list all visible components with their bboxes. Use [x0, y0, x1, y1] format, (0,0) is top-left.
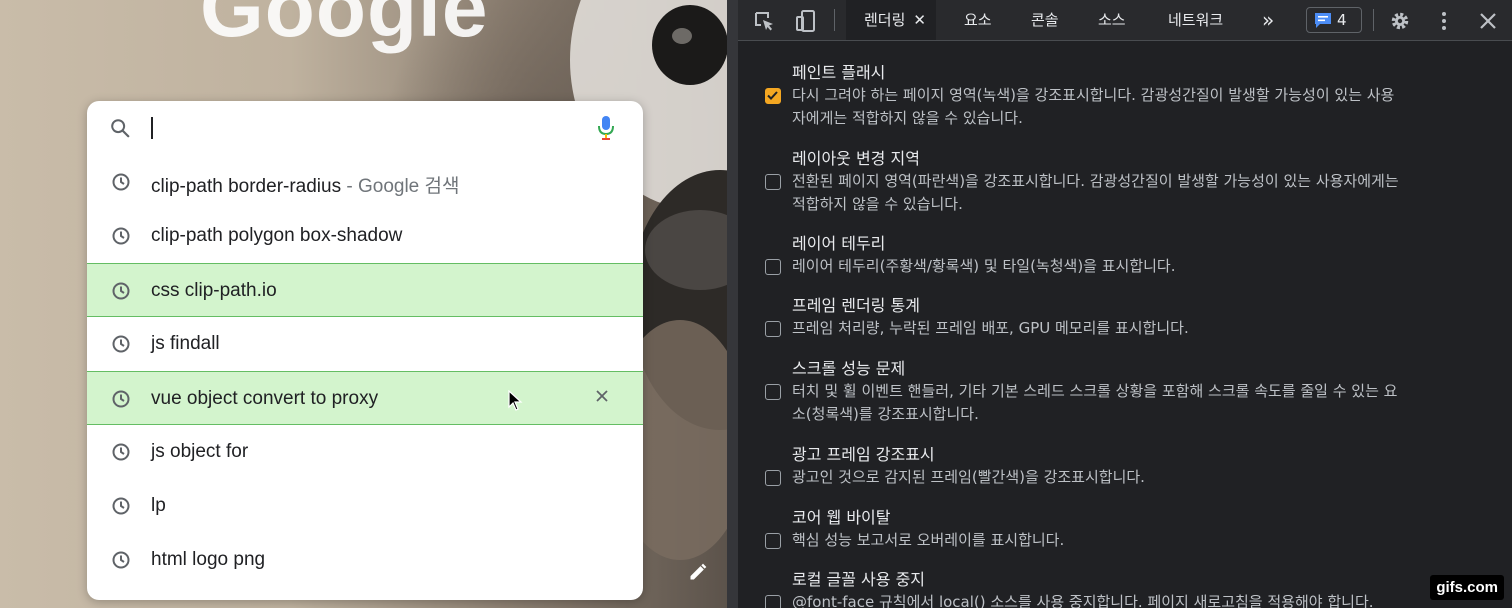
- suggestion-query: lp: [151, 495, 166, 516]
- issues-count: 4: [1337, 11, 1347, 29]
- history-clock-icon: [112, 335, 130, 353]
- tab-network-label: 네트워크: [1168, 11, 1224, 29]
- more-tabs-button[interactable]: »: [1262, 0, 1274, 40]
- history-clock-icon: [112, 443, 130, 461]
- tab-elements[interactable]: 요소: [964, 0, 992, 40]
- suggestion-item[interactable]: js findall: [87, 317, 643, 371]
- tab-rendering[interactable]: 렌더링 ✕: [846, 0, 936, 40]
- suggestion-text: vue object convert to proxy: [151, 388, 378, 410]
- google-logo: Google: [200, 0, 489, 54]
- panel-divider[interactable]: [727, 0, 738, 608]
- device-toolbar-icon[interactable]: [794, 9, 818, 33]
- option-title: 페인트 플래시: [792, 63, 886, 82]
- edit-pencil-icon[interactable]: [688, 562, 708, 582]
- tab-console[interactable]: 콘솔: [1031, 0, 1059, 40]
- option-description: 핵심 성능 보고서로 오버레이를 표시합니다.: [792, 531, 1065, 549]
- option-description: 터치 및 휠 이벤트 핸들러, 기타 기본 스레드 스크롤 상황을 포함해 스크…: [792, 382, 1398, 400]
- suggestion-text: js findall: [151, 333, 220, 355]
- suggestion-query: js findall: [151, 333, 220, 354]
- microphone-icon[interactable]: [597, 115, 615, 141]
- option-description: @font-face 규칙에서 local() 소스를 사용 중지합니다. 페이…: [792, 593, 1374, 608]
- suggestion-item[interactable]: clip-path polygon box-shadow: [87, 209, 643, 263]
- tab-network[interactable]: 네트워크: [1168, 0, 1223, 40]
- suggestion-text: lp: [151, 495, 166, 517]
- history-clock-icon: [112, 390, 130, 408]
- suggestion-text: clip-path border-radius - Google 검색: [151, 171, 460, 198]
- history-clock-icon: [112, 173, 130, 191]
- suggestion-item[interactable]: css clip-path.io: [87, 263, 643, 317]
- watermark: gifs.com: [1430, 575, 1504, 600]
- option-checkbox[interactable]: [765, 470, 781, 486]
- close-tab-icon[interactable]: ✕: [913, 11, 926, 29]
- suggestion-item[interactable]: js object for: [87, 425, 643, 479]
- option-title: 로컬 글꼴 사용 중지: [792, 570, 926, 589]
- option-description: 광고인 것으로 감지된 프레임(빨간색)을 강조표시합니다.: [792, 468, 1145, 486]
- more-options-icon[interactable]: [1432, 9, 1456, 33]
- suggestion-query: vue object convert to proxy: [151, 388, 379, 409]
- toolbar-separator: [834, 9, 835, 31]
- tab-console-label: 콘솔: [1031, 11, 1059, 29]
- history-clock-icon: [112, 497, 130, 515]
- devtools-tab-bar: 렌더링 ✕ 요소 콘솔 소스 네트워크 » 4: [738, 0, 1512, 41]
- option-title: 코어 웹 바이탈: [792, 508, 891, 527]
- suggestion-text: html logo png: [151, 549, 265, 571]
- settings-gear-icon[interactable]: [1388, 9, 1412, 33]
- remove-suggestion-icon[interactable]: [595, 389, 609, 403]
- issues-message-icon: [1315, 13, 1331, 28]
- option-checkbox[interactable]: [765, 321, 781, 337]
- option-title: 레이아웃 변경 지역: [792, 149, 920, 168]
- option-checkbox[interactable]: [765, 259, 781, 275]
- suggestion-suffix: - Google 검색: [341, 176, 460, 197]
- search-icon: [111, 119, 130, 138]
- option-title: 프레임 렌더링 통계: [792, 296, 920, 315]
- suggestion-text: js object for: [151, 441, 248, 463]
- checkmark-icon: [767, 91, 778, 100]
- suggestion-query: js object for: [151, 441, 249, 462]
- history-clock-icon: [112, 227, 130, 245]
- close-devtools-icon[interactable]: [1476, 9, 1500, 33]
- option-description: 소(청록색)를 강조표시합니다.: [792, 405, 979, 423]
- tab-sources[interactable]: 소스: [1098, 0, 1126, 40]
- option-title: 광고 프레임 강조표시: [792, 445, 935, 464]
- suggestion-list: clip-path border-radius - Google 검색 clip-…: [87, 155, 643, 587]
- suggestion-item[interactable]: lp: [87, 479, 643, 533]
- option-description: 프레임 처리량, 누락된 프레임 배포, GPU 메모리를 표시합니다.: [792, 319, 1189, 337]
- tab-rendering-label: 렌더링: [864, 11, 906, 29]
- mouse-pointer-icon: [508, 390, 523, 411]
- text-caret: [151, 117, 153, 139]
- tab-elements-label: 요소: [964, 11, 992, 29]
- option-description: 적합하지 않을 수 있습니다.: [792, 195, 963, 213]
- history-clock-icon: [112, 551, 130, 569]
- option-description: 다시 그려야 하는 페이지 영역(녹색)을 강조표시합니다. 감광성간질이 발생…: [792, 86, 1395, 104]
- issues-button[interactable]: 4: [1306, 7, 1362, 33]
- suggestion-text: css clip-path.io: [151, 280, 277, 302]
- toolbar-separator: [1373, 9, 1374, 31]
- tab-sources-label: 소스: [1098, 11, 1126, 29]
- option-title: 레이어 테두리: [792, 234, 886, 253]
- inspect-element-icon[interactable]: [752, 9, 776, 33]
- option-checkbox[interactable]: [765, 174, 781, 190]
- suggestion-item[interactable]: clip-path border-radius - Google 검색: [87, 155, 643, 209]
- search-bar[interactable]: [87, 101, 643, 155]
- suggestion-text: clip-path polygon box-shadow: [151, 225, 402, 247]
- suggestion-item[interactable]: vue object convert to proxy: [87, 371, 643, 425]
- devtools-panel: 렌더링 ✕ 요소 콘솔 소스 네트워크 » 4 페인트 플래시 다시 그려야 하…: [738, 0, 1512, 608]
- option-checkbox[interactable]: [765, 595, 781, 608]
- search-suggestions-card: clip-path border-radius - Google 검색 clip-…: [87, 101, 643, 600]
- suggestion-item[interactable]: html logo png: [87, 533, 643, 587]
- option-checkbox[interactable]: [765, 88, 781, 104]
- browser-page: Google clip-path border-radius - Google …: [0, 0, 727, 608]
- option-checkbox[interactable]: [765, 384, 781, 400]
- option-checkbox[interactable]: [765, 533, 781, 549]
- suggestion-query: clip-path polygon box-shadow: [151, 225, 403, 246]
- suggestion-query: css clip-path.io: [151, 280, 277, 301]
- option-description: 전환된 페이지 영역(파란색)을 강조표시합니다. 감광성간질이 발생할 가능성…: [792, 172, 1399, 190]
- suggestion-query: clip-path border-radius: [151, 176, 342, 197]
- option-title: 스크롤 성능 문제: [792, 359, 906, 378]
- suggestion-query: html logo png: [151, 549, 266, 570]
- option-description: 레이어 테두리(주황색/황록색) 및 타일(녹청색)을 표시합니다.: [792, 257, 1176, 275]
- history-clock-icon: [112, 282, 130, 300]
- option-description: 자에게는 적합하지 않을 수 있습니다.: [792, 109, 1023, 127]
